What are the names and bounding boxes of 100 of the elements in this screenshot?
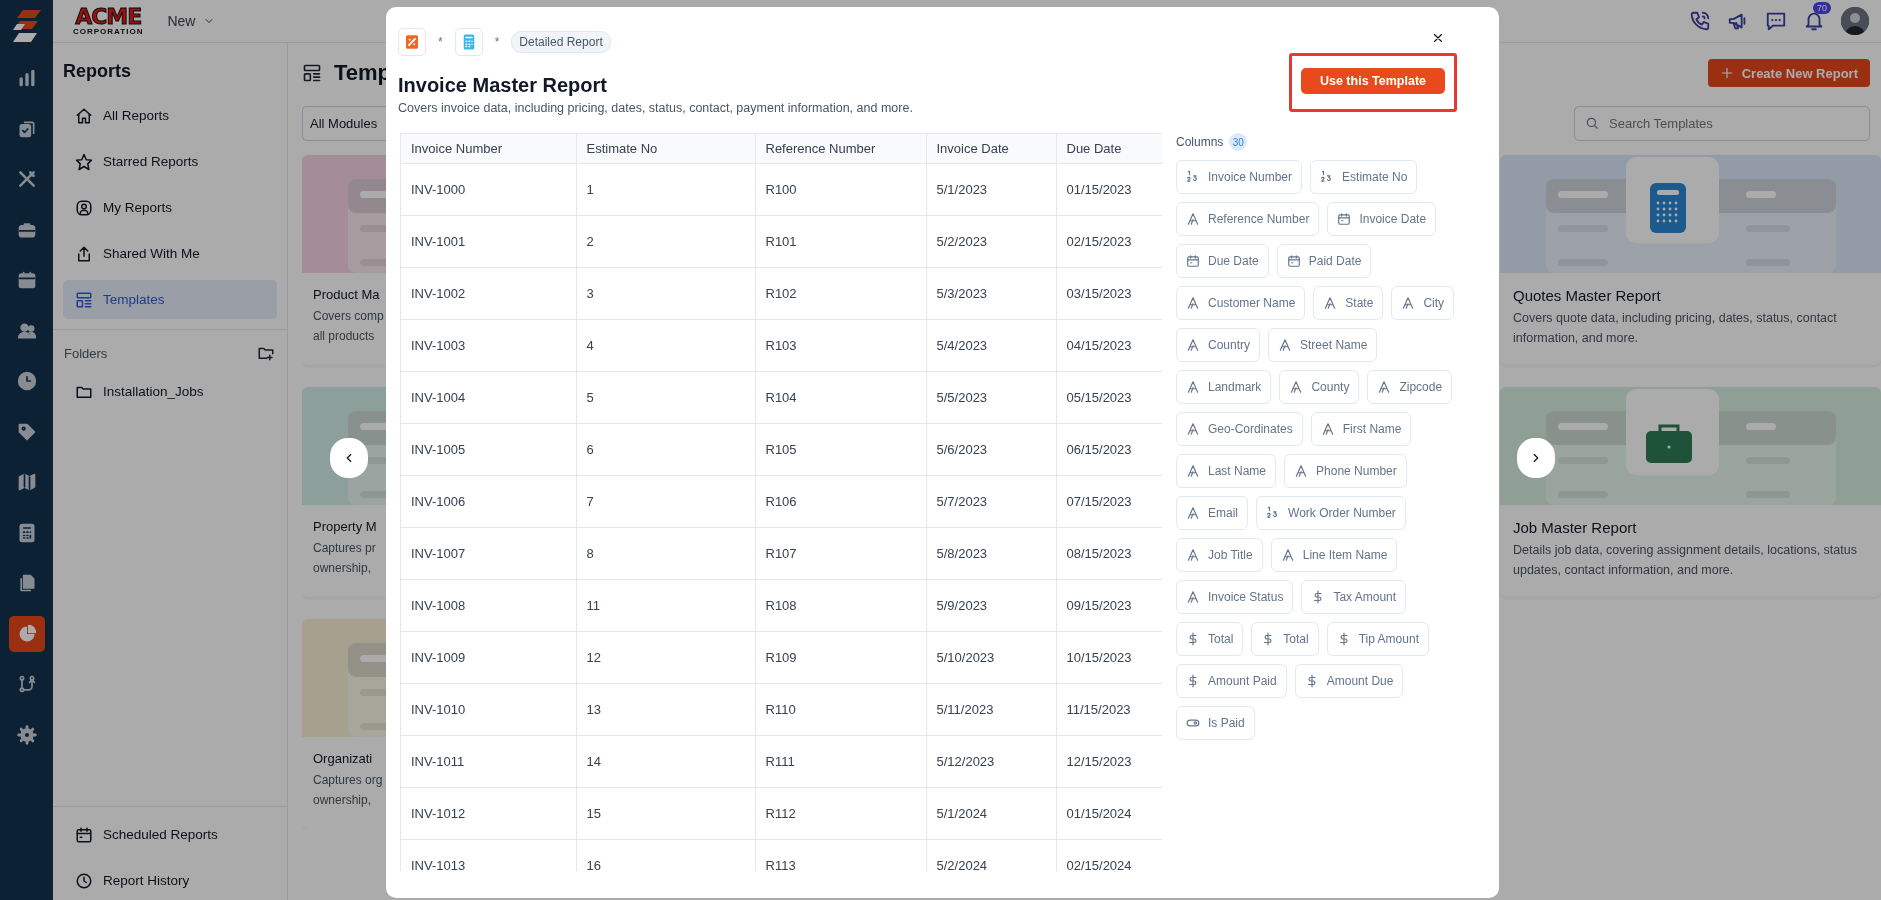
column-chip[interactable]: Paid Date [1276,244,1372,278]
text-type-icon [1186,548,1200,562]
text-type-icon [1186,590,1200,604]
column-chip[interactable]: Line Item Name [1270,538,1398,572]
plus-icon [1719,66,1734,80]
column-chip[interactable]: Total [1176,622,1244,656]
settings-icon [16,724,37,745]
search-field[interactable]: Search Templates [1574,106,1870,141]
table-cell: 5/4/2023 [926,319,1056,372]
sidebar-item[interactable]: Starred Reports [63,142,277,181]
column-chip[interactable]: Reference Number [1176,202,1320,236]
column-chip[interactable]: County [1279,370,1360,404]
card-title: Product Ma [312,286,381,302]
calendar-icon [1186,254,1200,268]
column-chip[interactable]: Geo-Cordinates [1176,412,1303,446]
column-chip[interactable]: Customer Name [1176,286,1306,320]
column-chip[interactable]: Invoice Status [1176,580,1294,614]
column-header: Due Date [1056,134,1162,164]
table-cell: 7 [576,475,755,528]
template-card[interactable]: Product Ma Covers comp all products [302,155,386,365]
home-icon [75,106,93,125]
table-cell: INV-1009 [401,631,576,684]
table-cell: R100 [755,163,926,216]
logo-icon[interactable] [10,10,43,44]
column-chip[interactable]: Amount Due [1294,664,1404,698]
column-chip[interactable]: Tax Amount [1301,580,1407,614]
table-cell: 5 [576,371,755,424]
template-card[interactable]: Organizati Captures org ownership, [302,619,386,829]
create-report-button[interactable]: Create New Report [1707,59,1870,87]
clock-icon [16,371,37,391]
table-cell: R111 [755,735,926,788]
sidebar-item[interactable]: All Reports [63,96,277,135]
separator: * [494,35,500,49]
table-cell: 5/1/2024 [926,787,1056,840]
table-cell: R106 [755,475,926,528]
use-template-button[interactable]: Use this Template [1301,68,1445,94]
clock-icon [75,871,93,890]
table-cell: 1 [576,163,755,216]
table-cell: 5/8/2023 [926,527,1056,580]
toggle-icon [1186,716,1200,730]
column-chip[interactable]: Landmark [1176,370,1272,404]
pie-chart-nav-item[interactable] [8,615,45,652]
column-chip[interactable]: Invoice Date [1327,202,1437,236]
column-chip[interactable]: Phone Number [1284,454,1407,488]
table-cell: 4 [576,319,755,372]
text-type-icon [1186,464,1200,478]
table-cell: 12 [576,631,755,684]
column-chip[interactable]: Total [1251,622,1319,656]
table-cell: INV-1007 [401,527,576,580]
table-cell: R105 [755,423,926,476]
card-title: Organizati [312,750,374,766]
column-chip[interactable]: Tip Amount [1326,622,1429,656]
column-chip[interactable]: First Name [1310,412,1412,446]
table-cell: INV-1012 [401,787,576,840]
template-card[interactable]: Quotes Master Report Covers quote data, including pricing, dates, status, contact information, and more. [1500,155,1881,365]
column-chip[interactable]: Email [1176,496,1248,530]
column-chip[interactable]: Work Order Number [1256,496,1406,530]
sidebar-item[interactable]: My Reports [63,188,277,227]
template-card[interactable]: Property M Captures pr ownership, [302,387,386,597]
column-chip[interactable]: State [1313,286,1384,320]
column-chip[interactable]: Invoice Number [1176,160,1303,194]
column-chip[interactable]: Last Name [1176,454,1277,488]
column-chip[interactable]: Is Paid [1176,706,1255,740]
calendar-icon [75,825,93,844]
table-cell: R108 [755,579,926,632]
sidebar-item[interactable]: Scheduled Reports [63,815,277,854]
table-cell: INV-1004 [401,371,576,424]
template-card[interactable]: Job Master Report Details job data, covering assignment details, locations, status updates, contact information, and more. [1500,387,1881,597]
new-menu[interactable]: New [167,13,216,29]
table-cell: 8 [576,527,755,580]
avatar[interactable] [1841,7,1869,35]
table-cell: INV-1002 [401,267,576,320]
column-chip[interactable]: Country [1176,328,1261,362]
column-chip[interactable]: City [1391,286,1455,320]
column-chip[interactable]: Job Title [1176,538,1263,572]
sidebar-item[interactable]: Templates [63,280,277,319]
map-icon [16,472,37,492]
column-chip[interactable]: Amount Paid [1176,664,1287,698]
sidebar-item[interactable]: Shared With Me [63,234,277,273]
column-header: Invoice Date [926,134,1056,164]
logo-tagline: CORPORATION [73,28,144,36]
column-chip[interactable]: Street Name [1268,328,1378,362]
card-title: Job Master Report [1512,518,1638,536]
count-badge: 30 [1229,133,1248,151]
report-type-tag: Detailed Report [511,31,611,53]
number-icon [1186,170,1200,184]
folder-item[interactable]: Installation_Jobs [63,372,277,411]
column-chip[interactable]: Due Date [1176,244,1269,278]
table-cell: INV-1006 [401,475,576,528]
column-header: Invoice Number [401,134,576,164]
table-cell: INV-1001 [401,215,576,268]
close-icon [1431,31,1445,45]
table-cell: 02/15/2024 [1056,839,1162,871]
sidebar-item[interactable]: Report History [63,861,277,900]
share-icon [75,244,93,263]
table-cell: 01/15/2024 [1056,787,1162,840]
dollar-icon [1186,632,1200,646]
column-chip[interactable]: Estimate No [1310,160,1418,194]
column-chip[interactable]: Zipcode [1367,370,1453,404]
dollar-icon [1186,674,1200,688]
